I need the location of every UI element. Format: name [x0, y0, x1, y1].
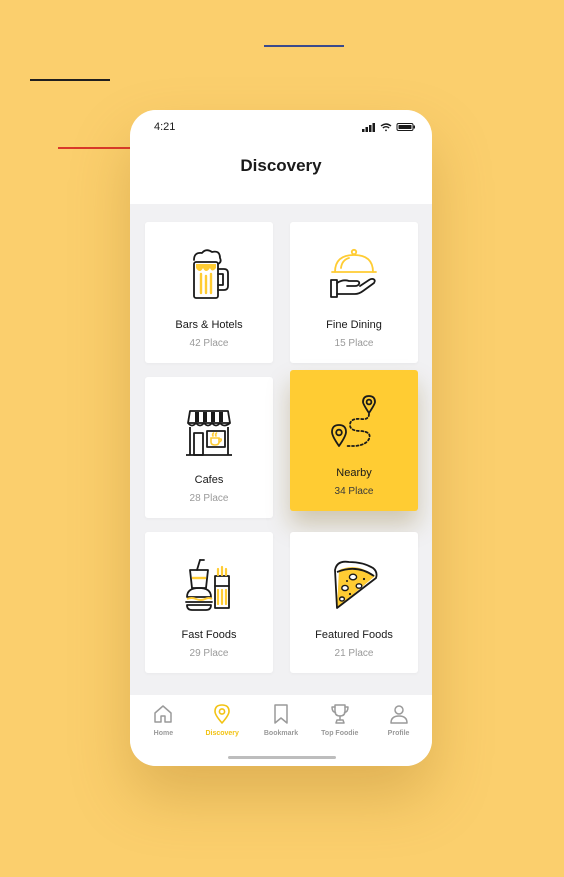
trophy-icon — [331, 704, 349, 724]
beer-mug-icon — [193, 249, 229, 299]
tab-label: Bookmark — [263, 730, 299, 737]
app-header: 4:21 Discovery — [130, 110, 432, 204]
category-card-fine-dining[interactable]: Fine Dining 15 Place — [290, 222, 418, 363]
tab-label: Top Foodie — [321, 730, 359, 737]
category-card-cafes[interactable]: Cafes 28 Place — [145, 377, 273, 518]
burger-soda-icon — [185, 559, 230, 611]
status-icons — [362, 123, 415, 132]
route-pins-icon — [331, 395, 376, 447]
category-count: 29 Place — [189, 648, 229, 659]
category-count: 21 Place — [334, 648, 374, 659]
category-label: Nearby — [336, 467, 372, 479]
decor-line-red — [58, 147, 138, 149]
category-label: Fine Dining — [326, 319, 382, 331]
decor-line-blue — [264, 45, 344, 47]
category-count: 42 Place — [189, 338, 229, 349]
page-title: Discovery — [240, 156, 322, 175]
decor-line-black — [30, 79, 110, 81]
home-indicator — [228, 756, 336, 759]
category-card-bars-hotels[interactable]: Bars & Hotels 42 Place — [145, 222, 273, 363]
category-label: Bars & Hotels — [175, 319, 243, 331]
category-card-nearby[interactable]: Nearby 34 Place — [290, 370, 418, 511]
category-count: 34 Place — [334, 486, 374, 497]
location-pin-icon — [214, 704, 230, 724]
category-label: Cafes — [194, 474, 224, 486]
category-card-fast-foods[interactable]: Fast Foods 29 Place — [145, 532, 273, 673]
tab-label: Discovery — [205, 730, 239, 737]
cafe-storefront-icon — [186, 410, 232, 456]
cloche-hand-icon — [330, 248, 377, 298]
category-card-featured-foods[interactable]: Featured Foods 21 Place — [290, 532, 418, 673]
bookmark-icon — [274, 704, 288, 724]
pizza-slice-icon — [334, 560, 378, 609]
user-icon — [389, 705, 408, 724]
battery-icon — [396, 123, 415, 131]
category-count: 28 Place — [189, 493, 229, 504]
tab-profile[interactable]: Profile — [371, 703, 427, 766]
wifi-icon — [380, 123, 392, 132]
category-count: 15 Place — [334, 338, 374, 349]
status-time: 4:21 — [154, 121, 176, 133]
home-icon — [154, 705, 173, 723]
phone-screen: 4:21 Discovery Bars & Hotels 42 Place Fi… — [130, 110, 432, 766]
tab-label: Profile — [387, 730, 410, 737]
tab-label: Home — [153, 730, 174, 737]
tab-home[interactable]: Home — [135, 703, 191, 766]
category-label: Fast Foods — [181, 629, 237, 641]
category-label: Featured Foods — [315, 629, 393, 641]
signal-icon — [362, 123, 375, 132]
